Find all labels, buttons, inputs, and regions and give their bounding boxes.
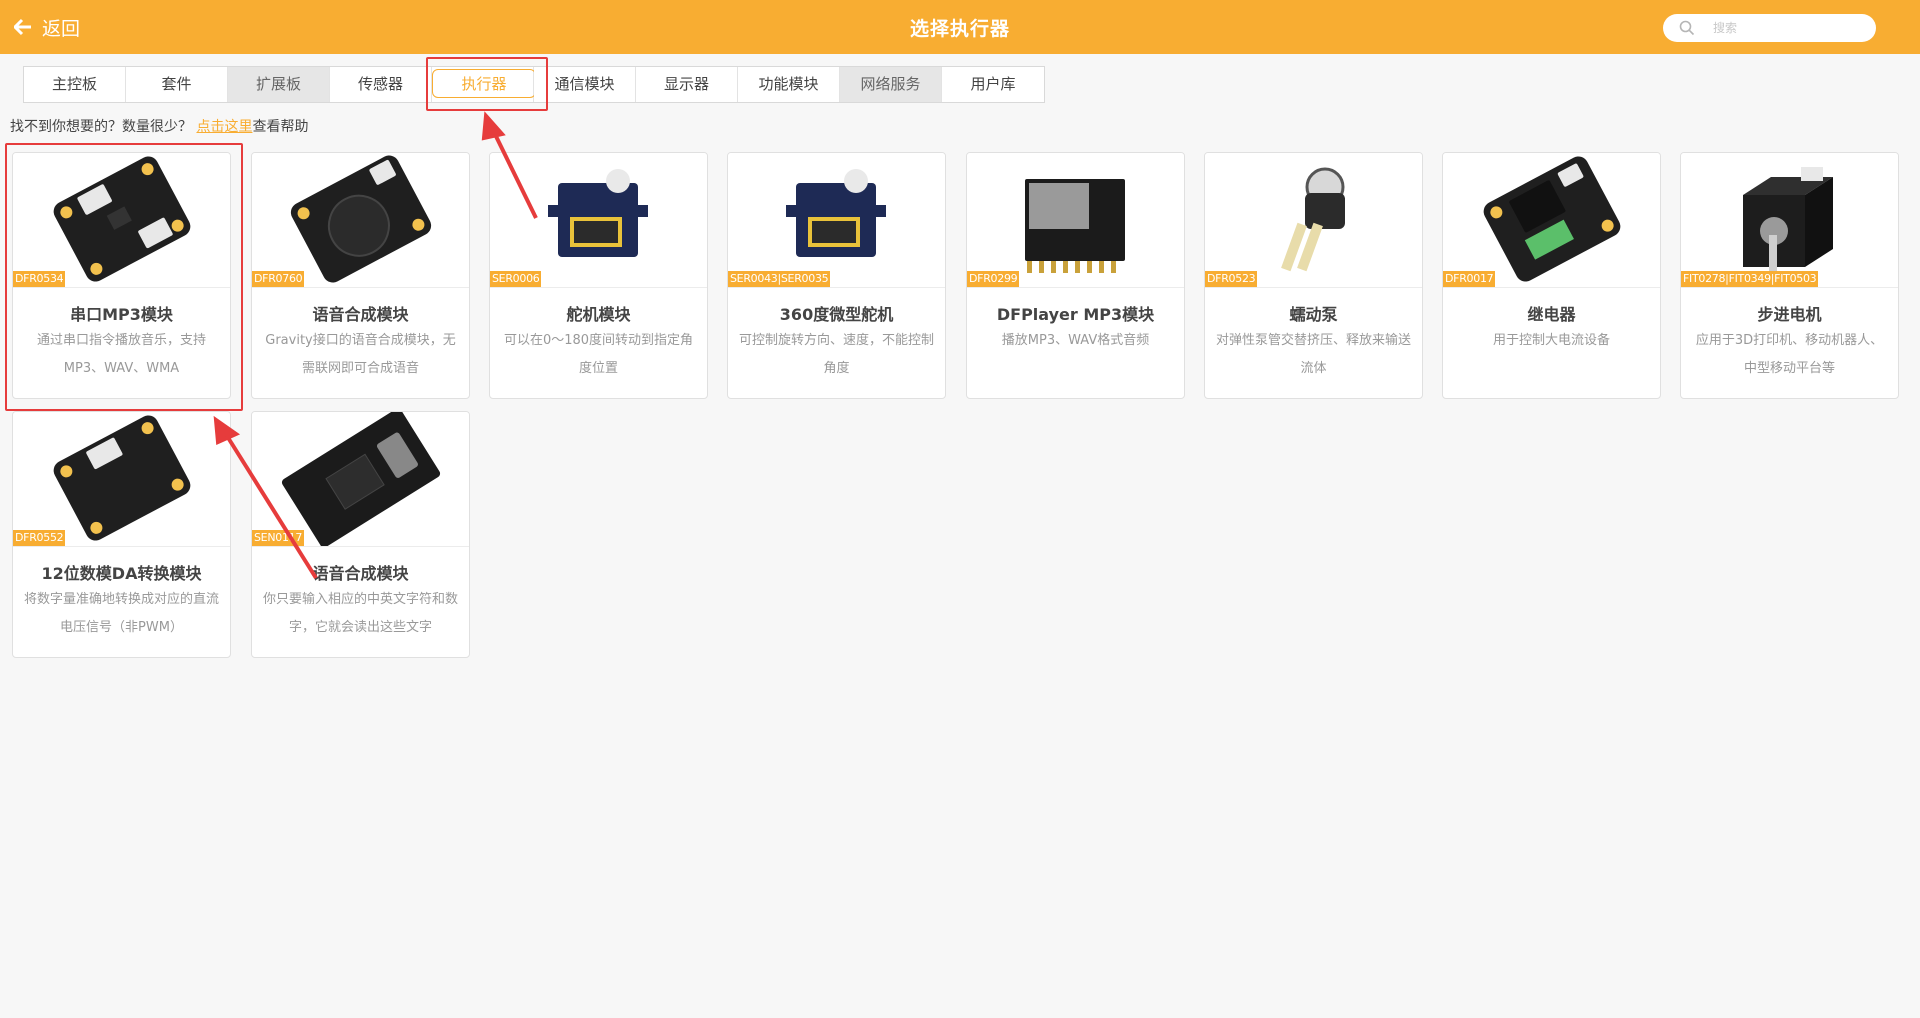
product-description: 用于控制大电流设备 (1492, 333, 1610, 348)
product-name: 语音合成模块 (312, 305, 409, 324)
dac-board-icon (53, 415, 191, 541)
product-image (13, 412, 230, 547)
product-name: 串口MP3模块 (70, 305, 173, 324)
product-card[interactable]: SER0006 舵机模块 可以在0～180度间转动到指定角度位置 (489, 152, 708, 399)
sku-badge: FIT0278|FIT0349|FIT0503 (1681, 271, 1819, 287)
sku-badge: SER0006 (490, 271, 542, 287)
product-card[interactable]: DFR0299 DFPlayer MP3模块 播放MP3、WAV格式音频 (966, 152, 1185, 399)
product-image (1205, 153, 1422, 288)
tab-communication[interactable]: 通信模块 (534, 67, 636, 102)
tab-kit[interactable]: 套件 (126, 67, 228, 102)
product-description: 将数字量准确地转换成对应的直流电压信号（非PWM） (23, 592, 219, 635)
sku-badge: DFR0760 (252, 271, 305, 287)
product-name: 步进电机 (1757, 305, 1822, 324)
pump-icon (1281, 167, 1345, 272)
product-name: 继电器 (1527, 305, 1576, 324)
product-image (490, 153, 707, 288)
product-image (1681, 153, 1898, 288)
sku-badge: DFR0299 (967, 271, 1020, 287)
tab-network-service[interactable]: 网络服务 (840, 67, 942, 102)
product-card[interactable]: DFR0017 继电器 用于控制大电流设备 (1442, 152, 1661, 399)
product-card[interactable]: FIT0278|FIT0349|FIT0503 步进电机 应用于3D打印机、移动… (1680, 152, 1899, 399)
product-card[interactable]: DFR0552 12位数模DA转换模块 将数字量准确地转换成对应的直流电压信号（… (12, 411, 231, 658)
product-name: 蠕动泵 (1289, 305, 1338, 324)
product-card[interactable]: SEN0117 语音合成模块 你只要输入相应的中英文字符和数字，它就会读出这些文… (251, 411, 470, 658)
product-description: 可控制旋转方向、速度，不能控制角度 (738, 333, 934, 376)
tab-expansion-board[interactable]: 扩展板 (228, 67, 330, 102)
sku-badge: DFR0534 (13, 271, 66, 287)
product-image (1443, 153, 1660, 288)
product-card[interactable]: SER0043|SER0035 360度微型舵机 可控制旋转方向、速度，不能控制… (727, 152, 946, 399)
product-description: 对弹性泵管交替挤压、释放来输送流体 (1215, 333, 1411, 376)
tab-actuator[interactable]: 执行器 (432, 67, 536, 102)
page-title: 选择执行器 (909, 18, 1010, 40)
help-text: 找不到你想要的？数量很少？ 点击这里查看帮助 (10, 119, 309, 135)
speech-synth-board-icon (281, 412, 441, 546)
tab-display[interactable]: 显示器 (636, 67, 738, 102)
servo-icon (548, 169, 648, 257)
sku-badge: SER0043|SER0035 (728, 271, 831, 287)
product-name: 360度微型舵机 (779, 305, 894, 324)
product-description: 你只要输入相应的中英文字符和数字，它就会读出这些文字 (262, 592, 458, 635)
product-image (967, 153, 1184, 288)
product-description: 播放MP3、WAV格式音频 (1001, 333, 1150, 348)
mp3-board-icon (53, 156, 191, 282)
top-bar: 返回 选择执行器 (0, 0, 1920, 54)
relay-icon (1483, 156, 1621, 282)
tab-sensor[interactable]: 传感器 (330, 67, 432, 102)
speaker-board-icon (290, 155, 432, 283)
search-icon (1679, 20, 1695, 36)
sku-badge: DFR0552 (13, 530, 66, 546)
stepper-motor-icon (1743, 167, 1833, 277)
category-tabs: 主控板 套件 扩展板 传感器 执行器 通信模块 显示器 功能模块 网络服务 用户… (23, 66, 1045, 103)
tab-user-library[interactable]: 用户库 (942, 67, 1044, 102)
servo-icon (786, 169, 886, 257)
product-card[interactable]: DFR0760 语音合成模块 Gravity接口的语音合成模块，无需联网即可合成… (251, 152, 470, 399)
product-image (728, 153, 945, 288)
product-name: 12位数模DA转换模块 (41, 564, 202, 583)
tab-main-board[interactable]: 主控板 (24, 67, 126, 102)
product-card[interactable]: DFR0534 串口MP3模块 通过串口指令播放音乐，支持MP3、WAV、WMA (12, 152, 231, 399)
tab-function-module[interactable]: 功能模块 (738, 67, 840, 102)
product-name: 语音合成模块 (312, 564, 409, 583)
product-description: 应用于3D打印机、移动机器人、中型移动平台等 (1695, 333, 1884, 376)
search-box[interactable] (1663, 14, 1876, 42)
sku-badge: DFR0523 (1205, 271, 1258, 287)
product-image (252, 412, 469, 547)
sku-badge: SEN0117 (252, 530, 305, 546)
product-description: Gravity接口的语音合成模块，无需联网即可合成语音 (265, 333, 456, 376)
product-card[interactable]: DFR0523 蠕动泵 对弹性泵管交替挤压、释放来输送流体 (1204, 152, 1423, 399)
product-image (252, 153, 469, 288)
product-image (13, 153, 230, 288)
product-name: DFPlayer MP3模块 (996, 305, 1155, 324)
search-input[interactable] (1711, 20, 1865, 36)
product-name: 舵机模块 (566, 305, 631, 324)
product-description: 通过串口指令播放音乐，支持MP3、WAV、WMA (36, 333, 206, 376)
dfplayer-icon (1025, 179, 1125, 273)
sku-badge: DFR0017 (1443, 271, 1496, 287)
product-description: 可以在0～180度间转动到指定角度位置 (503, 333, 694, 376)
help-link[interactable]: 点击这里 (196, 119, 252, 135)
